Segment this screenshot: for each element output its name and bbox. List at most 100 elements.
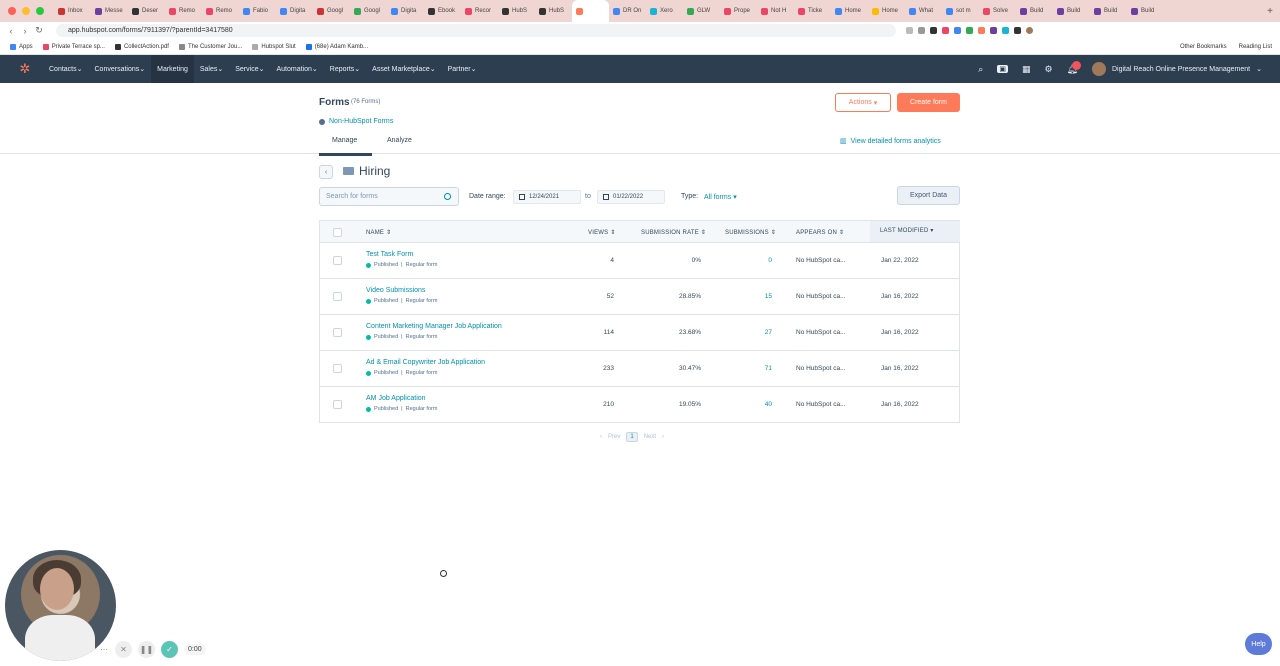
form-name-link[interactable]: Ad & Email Copywriter Job Application [366,359,485,366]
browser-tab[interactable]: Home [831,0,868,22]
browser-tab[interactable]: Remo [165,0,202,22]
nav-item-contacts[interactable]: Contacts ⌄ [43,55,89,83]
nav-item-service[interactable]: Service ⌄ [229,55,270,83]
chevron-left-icon[interactable]: ‹ [600,434,602,440]
forward-icon[interactable]: › [18,26,32,36]
browser-tab[interactable]: Googl [313,0,350,22]
submissions-link[interactable]: 71 [730,365,772,372]
close-window-icon[interactable] [8,7,16,15]
browser-tab[interactable]: Messe [91,0,128,22]
url-input[interactable]: app.hubspot.com/forms/7911397/?parentId=… [56,24,896,37]
back-icon[interactable]: ‹ [4,26,18,36]
extension-icon[interactable] [954,27,961,34]
browser-tab[interactable]: Not H [757,0,794,22]
browser-tab[interactable]: Ebook [424,0,461,22]
search-input[interactable]: Search for forms [319,187,459,206]
nav-item-partner[interactable]: Partner ⌄ [442,55,483,83]
nav-item-marketing[interactable]: Marketing [151,55,194,83]
pause-icon[interactable]: ❚❚ [138,641,155,658]
cancel-recording-icon[interactable]: ✕ [115,641,132,658]
help-button[interactable]: Help [1245,633,1272,655]
bookmark-item[interactable]: CollectAction.pdf [114,43,169,50]
extension-icon[interactable] [966,27,973,34]
form-name-link[interactable]: AM Job Application [366,395,426,402]
table-row[interactable]: Video Submissions Published | Regular form 5… [319,279,960,315]
row-checkbox[interactable] [333,292,342,301]
non-hubspot-forms-link[interactable]: Non-HubSpot Forms [319,118,393,125]
browser-tab[interactable]: Deser [128,0,165,22]
finish-recording-icon[interactable]: ✓ [161,641,178,658]
table-row[interactable]: Test Task Form Published | Regular form 4 0% 0… [319,243,960,279]
extension-icon[interactable] [990,27,997,34]
account-menu[interactable]: Digital Reach Online Presence Management… [1091,62,1262,76]
nav-item-automation[interactable]: Automation ⌄ [270,55,323,83]
header-submission-rate[interactable]: SUBMISSION RATE ⇕ [641,229,706,236]
browser-tab[interactable]: What [905,0,942,22]
submissions-link[interactable]: 0 [730,257,772,264]
tab-manage[interactable]: Manage [319,137,373,156]
calling-icon[interactable]: ▣ [997,65,1008,73]
browser-tab[interactable]: HubS [498,0,535,22]
browser-tab[interactable]: Solve [979,0,1016,22]
extension-icon[interactable] [978,27,985,34]
browser-tab[interactable]: Prope [720,0,757,22]
row-checkbox[interactable] [333,400,342,409]
settings-gear-icon[interactable]: ⚙ [1044,64,1052,75]
new-tab-icon[interactable]: + [1260,6,1280,17]
view-analytics-link[interactable]: ▥ View detailed forms analytics [840,137,941,146]
nav-item-reports[interactable]: Reports ⌄ [324,55,366,83]
header-appears-on[interactable]: APPEARS ON ⇕ [796,229,844,236]
browser-tab[interactable]: Digita [276,0,313,22]
maximize-window-icon[interactable] [36,7,44,15]
submissions-link[interactable]: 27 [730,329,772,336]
row-checkbox[interactable] [333,364,342,373]
prev-page-button[interactable]: Prev [608,434,620,440]
submissions-link[interactable]: 40 [730,401,772,408]
tab-analyze[interactable]: Analyze [387,137,412,144]
table-row[interactable]: Content Marketing Manager Job Applicatio… [319,315,960,351]
nav-item-sales[interactable]: Sales ⌄ [194,55,229,83]
form-name-link[interactable]: Test Task Form [366,251,413,258]
date-to-input[interactable]: 01/22/2022 [597,190,665,204]
nav-item-asset-marketplace[interactable]: Asset Marketplace ⌄ [366,55,441,83]
header-submissions[interactable]: SUBMISSIONS ⇕ [725,229,776,236]
search-icon[interactable] [444,193,451,200]
chevron-right-icon[interactable]: › [662,434,664,440]
hubspot-logo-icon[interactable]: ✲ [11,55,39,83]
extension-icon[interactable] [906,27,913,34]
form-name-link[interactable]: Content Marketing Manager Job Applicatio… [366,323,502,330]
more-options-icon[interactable]: ⋯ [99,641,109,658]
marketplace-icon[interactable]: ▦ [1022,64,1031,75]
select-all-checkbox[interactable] [333,228,342,237]
current-page[interactable]: 1 [626,432,638,442]
browser-tab[interactable] [572,0,609,22]
browser-tab[interactable]: sot m [942,0,979,22]
minimize-window-icon[interactable] [22,7,30,15]
header-name[interactable]: NAME ⇕ [366,229,391,236]
browser-tab[interactable]: Remo [202,0,239,22]
browser-tab[interactable]: Inbox [54,0,91,22]
profile-avatar[interactable] [1026,27,1033,34]
table-row[interactable]: AM Job Application Published | Regular form… [319,387,960,423]
reload-icon[interactable]: ↻ [32,25,46,36]
browser-tab[interactable]: GLW [683,0,720,22]
browser-tab[interactable]: Ticke [794,0,831,22]
browser-tab[interactable]: Googl [350,0,387,22]
browser-tab[interactable]: Fabio [239,0,276,22]
submissions-link[interactable]: 15 [730,293,772,300]
row-checkbox[interactable] [333,256,342,265]
table-row[interactable]: Ad & Email Copywriter Job Application Pub… [319,351,960,387]
extension-icon[interactable] [1002,27,1009,34]
other-bookmarks-link[interactable]: Other Bookmarks [1180,44,1227,50]
extension-icon[interactable] [918,27,925,34]
browser-tab[interactable]: Build [1090,0,1127,22]
extension-icon[interactable] [1014,27,1021,34]
browser-tab[interactable]: Build [1127,0,1164,22]
search-icon[interactable]: ⌕ [978,64,983,75]
browser-tab[interactable]: HubS [535,0,572,22]
browser-tab[interactable]: Build [1016,0,1053,22]
bookmark-item[interactable]: Apps [10,43,33,50]
type-dropdown[interactable]: All forms ▾ [704,193,737,201]
notifications-bell-icon[interactable]: 🔔︎ [1067,60,1081,75]
browser-tab[interactable]: Home [868,0,905,22]
